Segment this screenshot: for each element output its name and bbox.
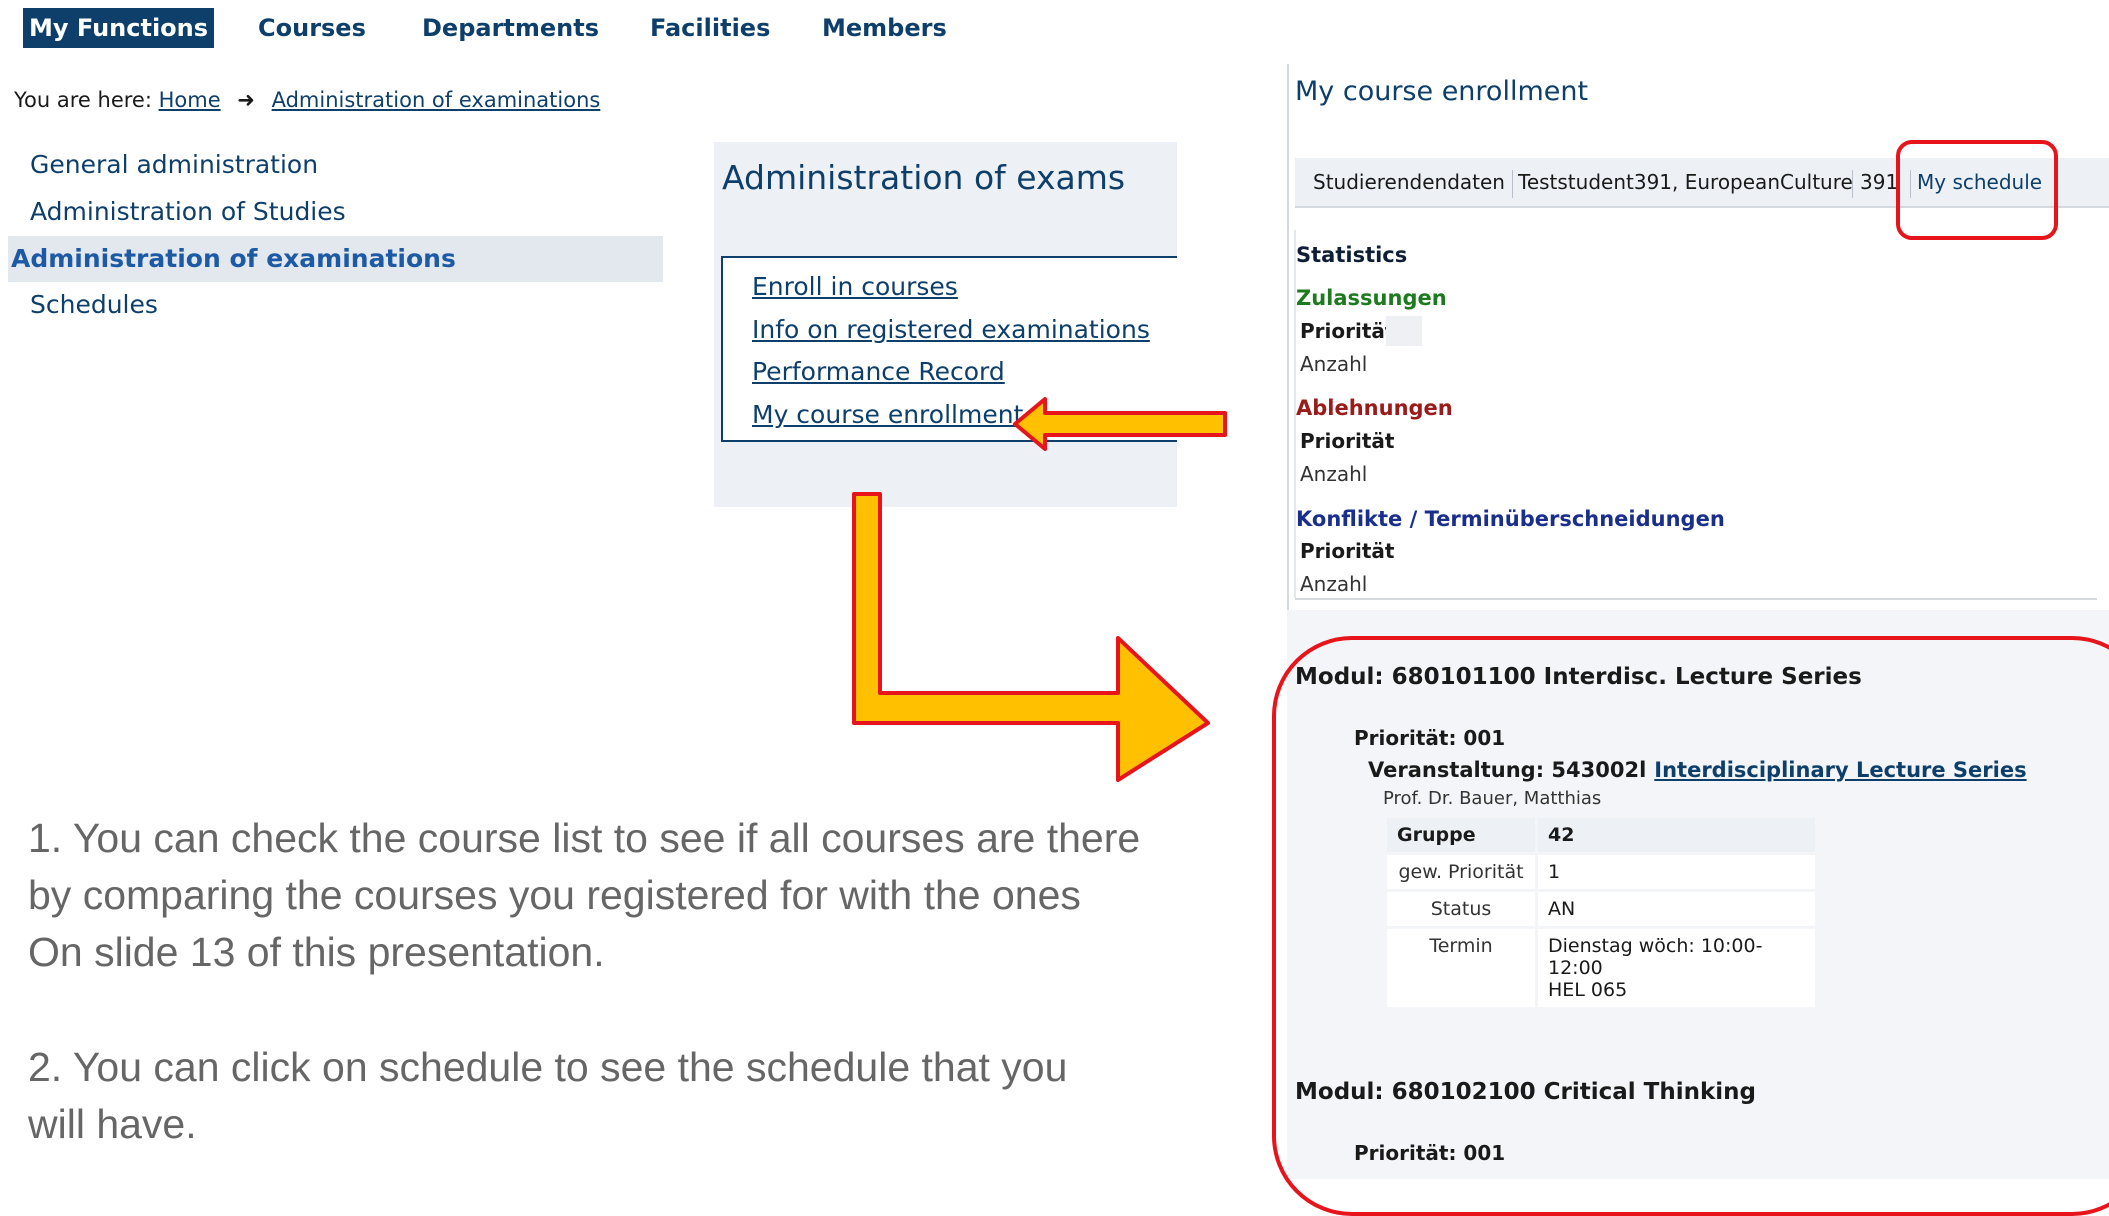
module-highlight-outline: [1272, 636, 2109, 1216]
instruction-line-4: 2. You can click on schedule to see the …: [28, 1044, 1068, 1090]
enroll-in-courses-link[interactable]: Enroll in courses: [752, 272, 958, 301]
arrow-right-icon: ➜: [237, 88, 255, 112]
instruction-line-3: On slide 13 of this presentation.: [28, 929, 605, 975]
tab-separator: [1512, 170, 1513, 198]
breadcrumb-home-link[interactable]: Home: [159, 88, 221, 112]
nav-my-functions[interactable]: My Functions: [23, 8, 215, 48]
tab-separator: [1852, 170, 1853, 198]
ablehnungen-anzahl-label: Anzahl: [1300, 462, 1368, 486]
ablehnungen-prioritaet-label: Priorität: [1300, 429, 1395, 453]
arrow-left-icon: [1013, 397, 1227, 451]
enrollment-title: My course enrollment: [1295, 76, 1589, 107]
sidebar-item-administration-of-examinations[interactable]: Administration of examinations: [8, 236, 663, 282]
sidebar-item-general-administration[interactable]: General administration: [30, 150, 318, 179]
schedule-highlight-rectangle: [1896, 140, 2058, 240]
exam-panel-title: Administration of exams: [722, 158, 1126, 197]
statistics-title: Statistics: [1296, 243, 1408, 267]
instruction-line-2: by comparing the courses you registered …: [28, 872, 1081, 918]
my-course-enrollment-link[interactable]: My course enrollment: [752, 400, 1023, 429]
zulassungen-prioritaet-label: Priorität: [1300, 319, 1395, 343]
priority-value-cell: [1386, 316, 1422, 346]
konflikte-prioritaet-label: Priorität: [1300, 539, 1395, 563]
instruction-line-5: will have.: [28, 1101, 197, 1147]
zulassungen-anzahl-label: Anzahl: [1300, 352, 1368, 376]
tab-studierendendaten[interactable]: Studierendendaten: [1313, 170, 1505, 194]
sidebar-item-label: Administration of examinations: [11, 244, 456, 273]
breadcrumb: You are here: Home ➜ Administration of e…: [14, 88, 600, 112]
ablehnungen-heading: Ablehnungen: [1296, 396, 1453, 420]
student-id-label: 391: [1860, 170, 1899, 194]
zulassungen-heading: Zulassungen: [1296, 286, 1447, 310]
konflikte-anzahl-label: Anzahl: [1300, 572, 1368, 596]
performance-record-link[interactable]: Performance Record: [752, 357, 1005, 386]
nav-departments[interactable]: Departments: [422, 8, 599, 48]
statistics-divider: [1295, 598, 2097, 600]
info-registered-examinations-link[interactable]: Info on registered examinations: [752, 315, 1150, 344]
sidebar-item-schedules[interactable]: Schedules: [30, 290, 158, 319]
konflikte-heading: Konflikte / Terminüberschneidungen: [1296, 507, 1725, 531]
student-name-label: Teststudent391, EuropeanCulture: [1518, 170, 1853, 194]
breadcrumb-prefix: You are here:: [14, 88, 152, 112]
elbow-arrow-right-icon: [852, 492, 1210, 782]
instruction-line-1: 1. You can check the course list to see …: [28, 815, 1141, 861]
breadcrumb-current-link[interactable]: Administration of examinations: [272, 88, 601, 112]
nav-courses[interactable]: Courses: [258, 8, 366, 48]
sidebar-item-administration-of-studies[interactable]: Administration of Studies: [30, 197, 346, 226]
nav-facilities[interactable]: Facilities: [650, 8, 770, 48]
nav-members[interactable]: Members: [822, 8, 947, 48]
